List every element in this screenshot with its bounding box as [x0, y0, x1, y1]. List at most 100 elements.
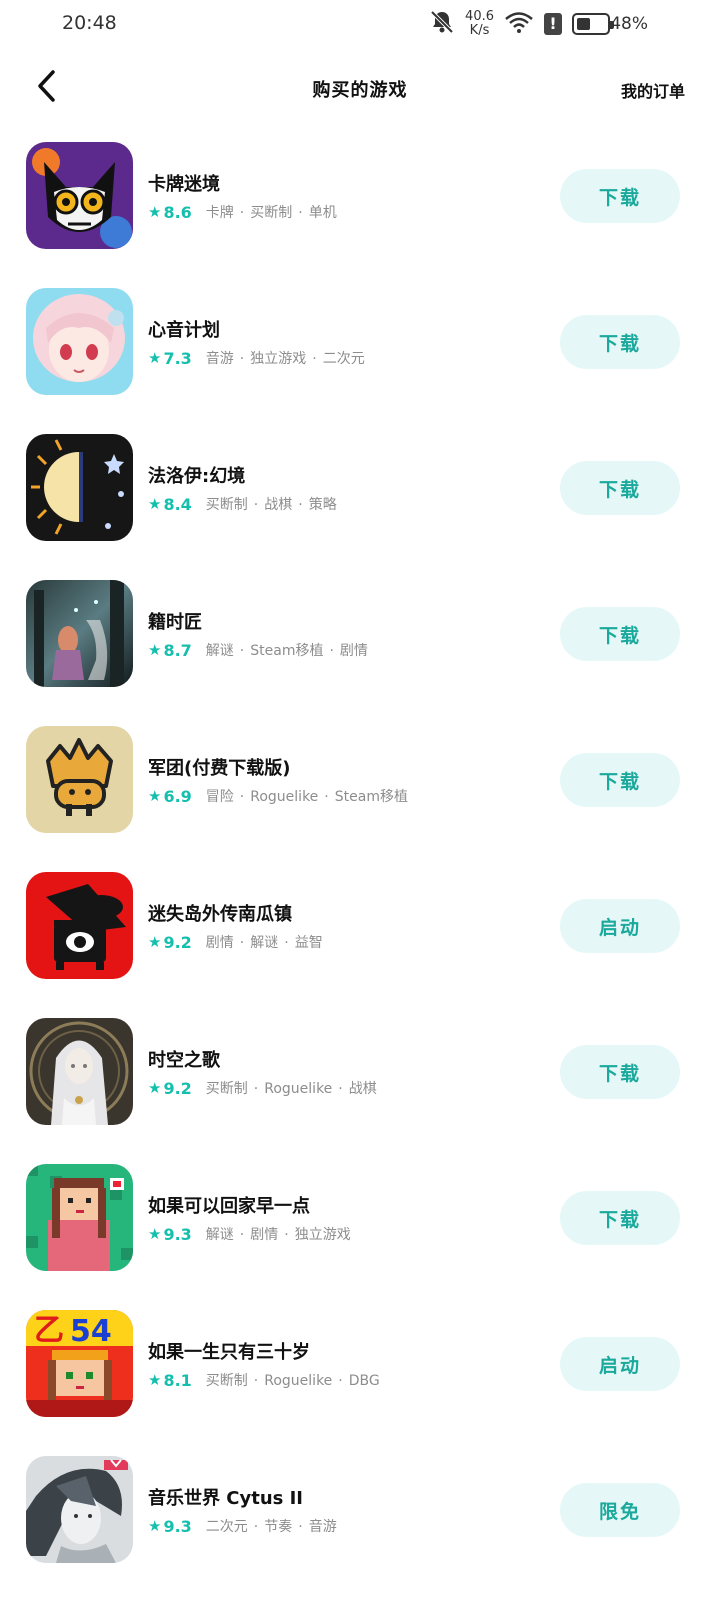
download-button[interactable]: 下载 — [560, 315, 680, 369]
tag-separator: · — [329, 643, 334, 659]
game-tag: Roguelike — [250, 789, 319, 805]
page-title: 购买的游戏 — [312, 80, 408, 101]
game-name: 时空之歌 — [148, 1050, 220, 1071]
anime-girl-icon[interactable] — [26, 288, 133, 395]
game-meta: ★ 8.6 卡牌 · 买断制 · 单机 — [148, 202, 337, 222]
game-list-item[interactable]: 军团(付费下载版) ★ 6.9 冒险 · Roguelike · Steam移植 下载 — [0, 706, 720, 852]
game-name: 迷失岛外传南瓜镇 — [148, 904, 292, 925]
download-button[interactable]: 下载 — [560, 1191, 680, 1245]
game-rating: 9.3 — [163, 1224, 192, 1244]
game-list-item[interactable]: 迷失岛外传南瓜镇 ★ 9.2 剧情 · 解谜 · 益智 启动 — [0, 852, 720, 998]
star-icon: ★ — [148, 787, 162, 805]
tag-separator: · — [324, 789, 329, 805]
forest-girl-icon[interactable] — [26, 580, 133, 687]
game-list-item[interactable]: 心音计划 ★ 7.3 音游 · 独立游戏 · 二次元 下载 — [0, 268, 720, 414]
game-tag: 解谜 — [205, 1227, 234, 1243]
game-tags: 冒险 · Roguelike · Steam移植 — [206, 786, 408, 806]
tag-separator: · — [284, 935, 289, 951]
download-button[interactable]: 下载 — [560, 461, 680, 515]
game-list-item[interactable]: 音乐世界 Cytus II ★ 9.3 二次元 · 节奏 · 音游 限免 — [0, 1436, 720, 1582]
game-tag: 剧情 — [250, 1227, 279, 1243]
game-rating: 8.7 — [163, 640, 192, 660]
game-tag: 买断制 — [205, 497, 248, 513]
download-button[interactable]: 下载 — [560, 753, 680, 807]
star-icon: ★ — [148, 495, 162, 513]
launch-button[interactable]: 启动 — [560, 899, 680, 953]
tag-separator: · — [239, 789, 245, 805]
game-list-item[interactable]: 时空之歌 ★ 9.2 买断制 · Roguelike · 战棋 下载 — [0, 998, 720, 1144]
tag-separator: · — [253, 1373, 259, 1389]
cat-mask-icon[interactable] — [26, 142, 133, 249]
game-tag: 独立游戏 — [294, 1227, 351, 1243]
pixel-54-icon[interactable]: 乙 54 — [26, 1310, 133, 1417]
game-tag: 买断制 — [250, 205, 293, 221]
game-tag: 二次元 — [205, 1519, 248, 1535]
launch-button[interactable]: 启动 — [560, 1337, 680, 1391]
tag-separator: · — [298, 205, 303, 221]
game-list-item[interactable]: 卡牌迷境 ★ 8.6 卡牌 · 买断制 · 单机 下载 — [0, 122, 720, 268]
network-speed: 40.6 K/s — [465, 10, 494, 38]
star-icon: ★ — [148, 349, 162, 367]
game-rating: 8.1 — [163, 1370, 192, 1390]
game-tag: 战棋 — [348, 1081, 377, 1097]
game-meta: ★ 9.2 剧情 · 解谜 · 益智 — [148, 932, 323, 952]
game-meta: ★ 8.1 买断制 · Roguelike · DBG — [148, 1370, 380, 1390]
game-list-item[interactable]: 乙 54 如果一生只有三十岁 ★ 8.1 买断制 · Roguelike · DBG 启动 — [0, 1290, 720, 1436]
tag-separator: · — [239, 643, 245, 659]
game-tag: 独立游戏 — [250, 351, 307, 367]
star-icon: ★ — [148, 1225, 162, 1243]
battery-icon — [572, 13, 614, 35]
game-tag: 益智 — [294, 935, 323, 951]
star-icon: ★ — [148, 1517, 162, 1535]
battery-percent: 48% — [610, 14, 648, 34]
tag-separator: · — [312, 351, 317, 367]
game-list: 卡牌迷境 ★ 8.6 卡牌 · 买断制 · 单机 下载 心音计划 ★ 7.3 音游 · 独立… — [0, 122, 720, 1582]
game-list-item[interactable]: 法洛伊:幻境 ★ 8.4 买断制 · 战棋 · 策略 下载 — [0, 414, 720, 560]
game-rating: 7.3 — [163, 348, 192, 368]
tag-separator: · — [239, 205, 245, 221]
game-meta: ★ 8.4 买断制 · 战棋 · 策略 — [148, 494, 337, 514]
pixel-girl-icon[interactable] — [26, 1164, 133, 1271]
game-tag: 冒险 — [205, 789, 234, 805]
tag-separator: · — [338, 1373, 343, 1389]
game-name: 如果可以回家早一点 — [148, 1196, 310, 1217]
game-tags: 二次元 · 节奏 · 音游 — [206, 1516, 337, 1536]
star-icon: ★ — [148, 1371, 162, 1389]
mute-bell-icon — [429, 9, 455, 39]
cytus-character-icon[interactable] — [26, 1456, 133, 1563]
game-name: 军团(付费下载版) — [148, 758, 291, 779]
download-button[interactable]: 下载 — [560, 1045, 680, 1099]
wifi-icon — [504, 10, 534, 38]
game-list-item[interactable]: 如果可以回家早一点 ★ 9.3 解谜 · 剧情 · 独立游戏 下载 — [0, 1144, 720, 1290]
sun-moon-icon[interactable] — [26, 434, 133, 541]
game-tags: 解谜 · 剧情 · 独立游戏 — [206, 1224, 351, 1244]
game-tag: 策略 — [308, 497, 337, 513]
tag-separator: · — [298, 497, 303, 513]
game-tag: DBG — [348, 1373, 380, 1389]
game-tags: 剧情 · 解谜 · 益智 — [206, 932, 323, 952]
download-button[interactable]: 下载 — [560, 169, 680, 223]
game-rating: 6.9 — [163, 786, 192, 806]
tag-separator: · — [253, 1081, 259, 1097]
game-tags: 卡牌 · 买断制 · 单机 — [206, 202, 337, 222]
game-meta: ★ 6.9 冒险 · Roguelike · Steam移植 — [148, 786, 408, 806]
game-meta: ★ 9.3 二次元 · 节奏 · 音游 — [148, 1516, 337, 1536]
star-icon: ★ — [148, 203, 162, 221]
game-tag: Steam移植 — [334, 789, 408, 805]
network-speed-value: 40.6 — [465, 9, 494, 24]
download-button[interactable]: 下载 — [560, 607, 680, 661]
tag-separator: · — [239, 1227, 245, 1243]
my-orders-link[interactable]: 我的订单 — [621, 78, 685, 102]
network-speed-unit: K/s — [469, 23, 490, 38]
game-name: 心音计划 — [148, 320, 220, 341]
hat-monster-icon[interactable] — [26, 872, 133, 979]
free-limited-button[interactable]: 限免 — [560, 1483, 680, 1537]
alert-icon: ! — [544, 13, 562, 35]
svg-text:54: 54 — [70, 1314, 112, 1349]
game-tag: Steam移植 — [250, 643, 324, 659]
tag-separator: · — [338, 1081, 343, 1097]
crown-creature-icon[interactable] — [26, 726, 133, 833]
white-hair-girl-icon[interactable] — [26, 1018, 133, 1125]
tag-separator: · — [253, 1519, 259, 1535]
game-list-item[interactable]: 籍时匠 ★ 8.7 解谜 · Steam移植 · 剧情 下载 — [0, 560, 720, 706]
